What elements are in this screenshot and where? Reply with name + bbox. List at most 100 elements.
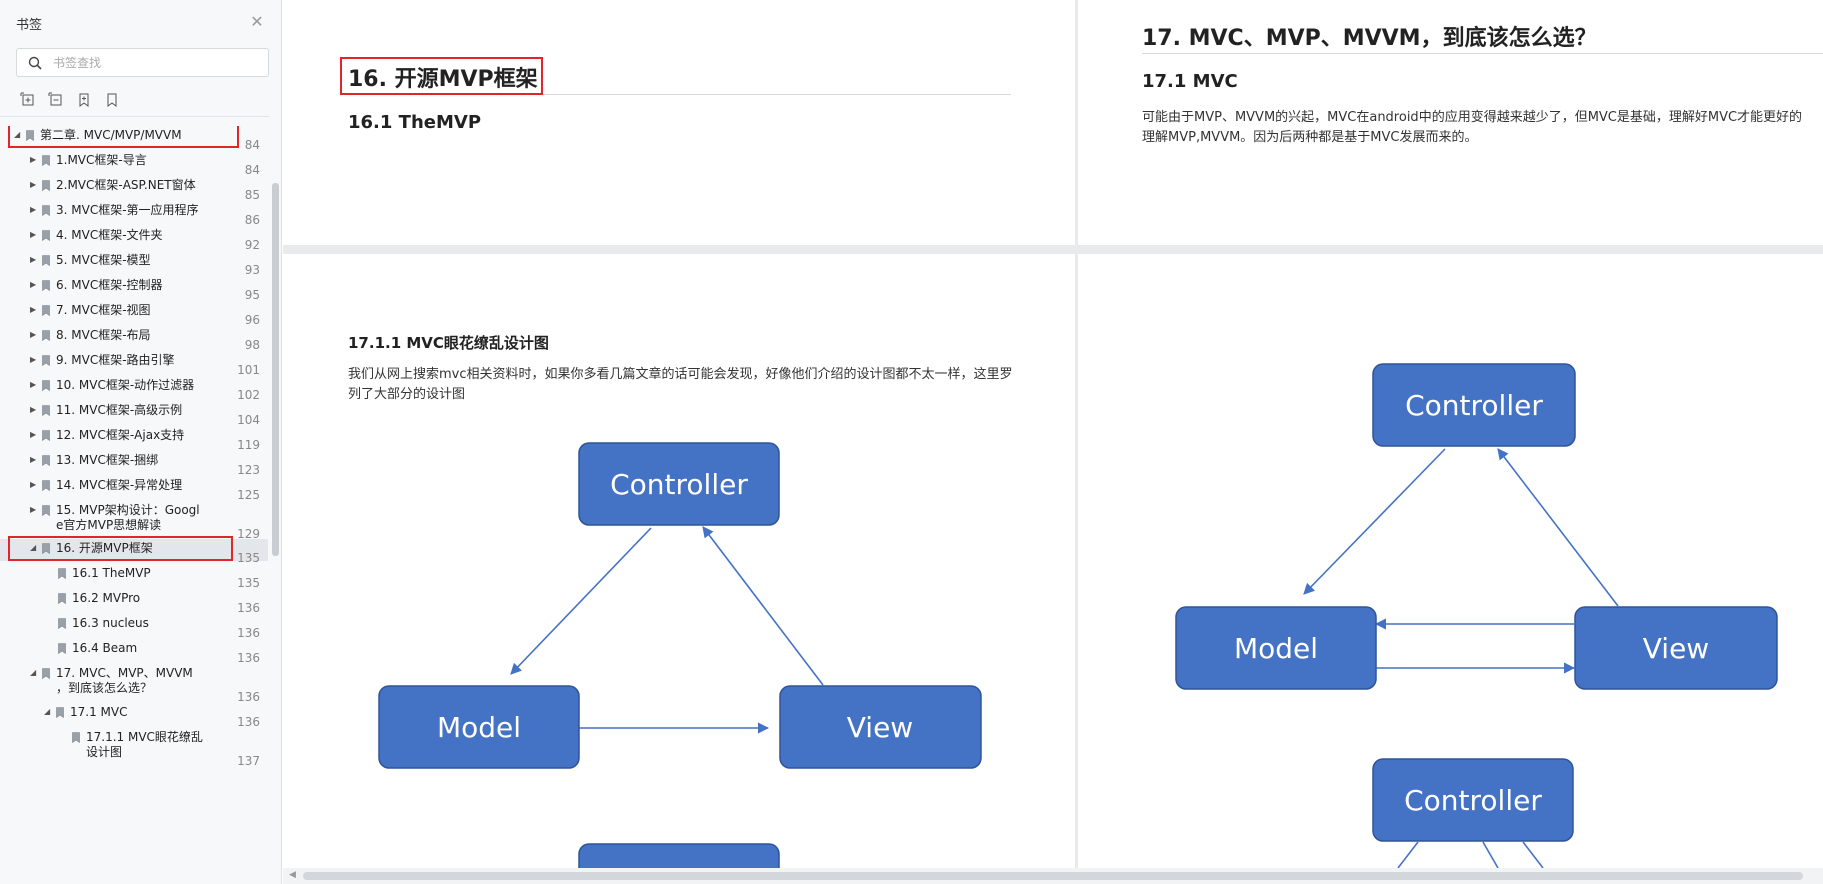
bookmark-item[interactable]: ◢ 16. 开源MVP框架 135 xyxy=(0,539,268,565)
bookmark-item[interactable]: 16.3 nucleus 136 xyxy=(0,614,268,640)
collapsed-triangle-icon[interactable]: ▶ xyxy=(30,406,38,414)
expanded-triangle-icon[interactable]: ◢ xyxy=(44,708,52,716)
bookmark-item[interactable]: ▶ 2.MVC框架-ASP.NET窗体 85 xyxy=(0,176,268,202)
bookmark-label: 3. MVC框架-第一应用程序 xyxy=(56,203,199,217)
bookmark-icon xyxy=(42,430,50,441)
bookmark-item[interactable]: ▶ 12. MVC框架-Ajax支持 119 xyxy=(0,426,268,452)
mvc-diagrams: Controller Model View Controller xyxy=(1175,363,1778,868)
bookmark-page-number: 95 xyxy=(244,288,260,302)
expand-all-icon[interactable] xyxy=(20,92,36,108)
bookmark-label: 17.1 MVC xyxy=(70,705,128,719)
document-viewport[interactable]: 16. 开源MVP框架 16.1 TheMVP 17. MVC、MVP、MVVM… xyxy=(283,0,1823,884)
expanded-triangle-icon[interactable]: ◢ xyxy=(14,131,22,139)
bookmark-item[interactable]: 16.2 MVPro 136 xyxy=(0,589,268,615)
controller-box: Controller xyxy=(1372,363,1576,447)
bookmark-search-input[interactable] xyxy=(53,49,258,76)
model-label: Model xyxy=(437,711,521,744)
bookmark-item[interactable]: 17.1.1 MVC眼花缭乱 设计图 137 xyxy=(0,728,268,768)
bookmark-label: 6. MVC框架-控制器 xyxy=(56,278,163,292)
bookmark-page-number: 92 xyxy=(244,238,260,252)
bookmark-tree: ◢ 第二章. MVC/MVP/MVVM 84 ▶ 1.MVC框架-导言 84 ▶ 2.MVC框… xyxy=(0,126,270,884)
bookmark-item[interactable]: ▶ 9. MVC框架-路由引擎 101 xyxy=(0,351,268,377)
bookmark-label: 1.MVC框架-导言 xyxy=(56,153,147,167)
close-icon[interactable]: ✕ xyxy=(249,14,265,30)
bookmark-item[interactable]: ▶ 7. MVC框架-视图 96 xyxy=(0,301,268,327)
bookmark-item[interactable]: ▶ 13. MVC框架-捆绑 123 xyxy=(0,451,268,477)
bookmark-label: 11. MVC框架-高级示例 xyxy=(56,403,183,417)
bookmark-item[interactable]: ▶ 4. MVC框架-文件夹 92 xyxy=(0,226,268,252)
scroll-left-icon[interactable]: ◀ xyxy=(289,870,296,880)
bookmark-icon xyxy=(42,505,50,516)
bookmark-item[interactable]: ◢ 17. MVC、MVP、MVVM ，到底该怎么选？ 136 xyxy=(0,664,268,704)
collapsed-triangle-icon[interactable]: ▶ xyxy=(30,481,38,489)
arrow-view-to-controller xyxy=(702,526,824,686)
bookmark-icon xyxy=(58,618,66,629)
bookmark-search-box[interactable] xyxy=(16,48,269,77)
bookmark-page-number: 136 xyxy=(237,601,260,615)
section-title: 16. 开源MVP框架 xyxy=(348,67,538,92)
bookmark-item[interactable]: ▶ 6. MVC框架-控制器 95 xyxy=(0,276,268,302)
collapsed-triangle-icon[interactable]: ▶ xyxy=(30,206,38,214)
collapsed-triangle-icon[interactable]: ▶ xyxy=(30,231,38,239)
collapsed-triangle-icon[interactable]: ▶ xyxy=(30,356,38,364)
bookmark-icon xyxy=(42,380,50,391)
bookmark-icon[interactable] xyxy=(104,92,120,108)
collapsed-triangle-icon[interactable]: ▶ xyxy=(30,256,38,264)
bookmark-icon xyxy=(42,280,50,291)
collapsed-triangle-icon[interactable]: ▶ xyxy=(30,281,38,289)
model-box: Model xyxy=(1175,606,1377,690)
bookmark-toolbar xyxy=(20,92,120,110)
collapsed-triangle-icon[interactable]: ▶ xyxy=(30,431,38,439)
bookmark-item[interactable]: ▶ 1.MVC框架-导言 84 xyxy=(0,151,268,177)
bookmark-icon xyxy=(56,707,64,718)
bookmark-icon xyxy=(42,205,50,216)
bookmark-icon xyxy=(42,230,50,241)
collapsed-triangle-icon[interactable]: ▶ xyxy=(30,331,38,339)
bookmark-item[interactable]: ▶ 11. MVC框架-高级示例 104 xyxy=(0,401,268,427)
bookmark-item[interactable]: ◢ 第二章. MVC/MVP/MVVM 84 xyxy=(0,126,268,152)
bookmark-item[interactable]: ▶ 8. MVC框架-布局 98 xyxy=(0,326,268,352)
collapse-all-icon[interactable] xyxy=(48,92,64,108)
collapsed-triangle-icon[interactable]: ▶ xyxy=(30,306,38,314)
arrow-controller-to-model xyxy=(1303,448,1446,595)
bookmark-label: 15. MVP架构设计：Googl e官方MVP思想解读 xyxy=(56,503,200,532)
collapsed-triangle-icon[interactable]: ▶ xyxy=(30,506,38,514)
bookmark-page-number: 125 xyxy=(237,488,260,502)
sidebar-scrollbar[interactable] xyxy=(272,183,279,556)
bookmark-icon xyxy=(42,455,50,466)
bookmark-label: 10. MVC框架-动作过滤器 xyxy=(56,378,195,392)
sidebar-divider xyxy=(0,116,270,117)
next-diagram-box xyxy=(578,843,780,868)
bookmark-label: 17. MVC、MVP、MVVM ，到底该怎么选？ xyxy=(56,666,193,695)
sidebar-title: 书签 xyxy=(16,18,43,33)
collapsed-triangle-icon[interactable]: ▶ xyxy=(30,456,38,464)
bookmark-item[interactable]: ◢ 17.1 MVC 136 xyxy=(0,703,268,729)
bookmark-page-number: 123 xyxy=(237,463,260,477)
collapsed-triangle-icon[interactable]: ▶ xyxy=(30,156,38,164)
bookmark-item[interactable]: 16.4 Beam 136 xyxy=(0,639,268,665)
bookmark-item[interactable]: ▶ 5. MVC框架-模型 93 xyxy=(0,251,268,277)
mvc-diagram: Controller Model View xyxy=(378,442,982,868)
bookmark-page-number: 136 xyxy=(237,626,260,640)
controller-label: Controller xyxy=(1404,784,1542,817)
scrollbar-thumb[interactable] xyxy=(303,872,1803,880)
bookmark-item[interactable]: ▶ 10. MVC框架-动作过滤器 102 xyxy=(0,376,268,402)
bookmark-item[interactable]: ▶ 14. MVC框架-异常处理 125 xyxy=(0,476,268,502)
expanded-triangle-icon[interactable]: ◢ xyxy=(30,544,38,552)
arrow-stub xyxy=(1522,841,1544,868)
bookmark-page-number: 137 xyxy=(237,754,260,768)
add-bookmark-icon[interactable] xyxy=(76,92,92,108)
bookmark-icon xyxy=(42,255,50,266)
collapsed-triangle-icon[interactable]: ▶ xyxy=(30,181,38,189)
horizontal-scrollbar[interactable]: ◀ xyxy=(283,868,1823,884)
collapsed-triangle-icon[interactable]: ▶ xyxy=(30,381,38,389)
expanded-triangle-icon[interactable]: ◢ xyxy=(30,669,38,677)
controller-label: Controller xyxy=(610,468,748,501)
bookmark-item[interactable]: ▶ 15. MVP架构设计：Googl e官方MVP思想解读 129 xyxy=(0,501,268,541)
bookmark-item[interactable]: ▶ 3. MVC框架-第一应用程序 86 xyxy=(0,201,268,227)
bookmark-label: 16.3 nucleus xyxy=(72,616,149,630)
view-box: View xyxy=(779,685,982,769)
bookmark-item[interactable]: 16.1 TheMVP 135 xyxy=(0,564,268,590)
bookmark-page-number: 96 xyxy=(244,313,260,327)
subsection-title: 16.1 TheMVP xyxy=(348,112,482,133)
